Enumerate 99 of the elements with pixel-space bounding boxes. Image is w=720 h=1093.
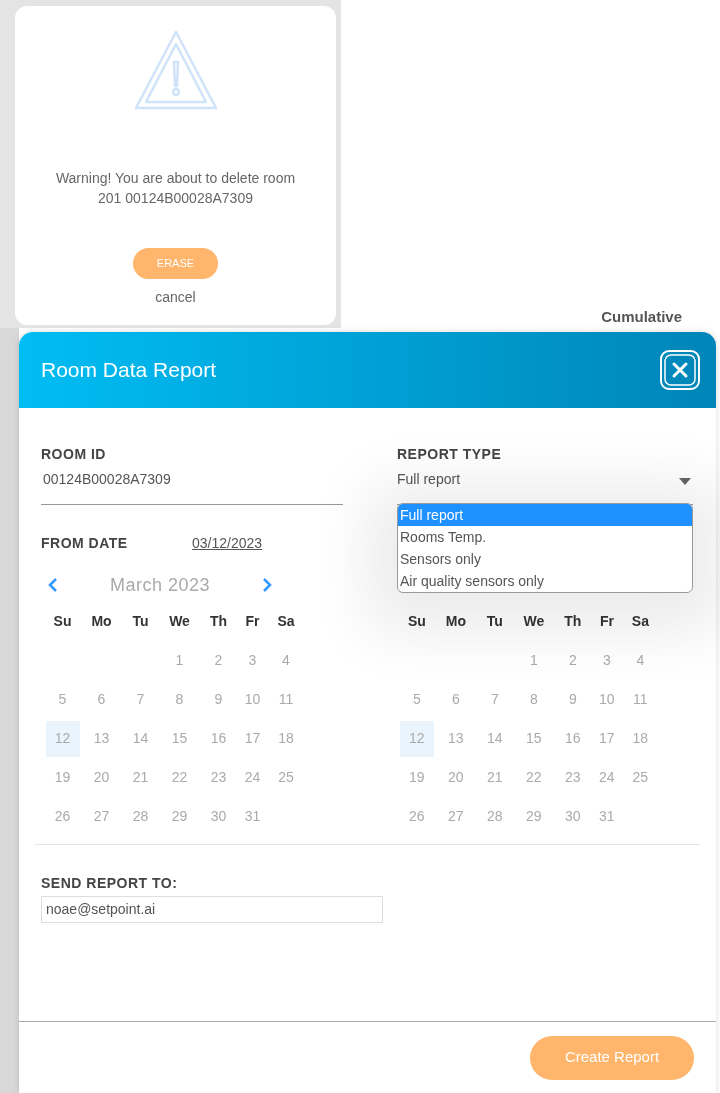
calendar-day[interactable]: 20: [438, 759, 473, 796]
weekday-label: We: [169, 612, 190, 631]
calendar-day[interactable]: 4: [623, 642, 658, 679]
dropdown-option[interactable]: Rooms Temp.: [398, 526, 692, 548]
calendar-day[interactable]: 24: [589, 759, 624, 796]
calendar-day[interactable]: 12: [399, 720, 434, 757]
calendar-day[interactable]: 6: [84, 681, 119, 718]
calendar-day[interactable]: 6: [438, 681, 473, 718]
weekday-label: Fr: [245, 612, 260, 631]
weekday-label: Su: [53, 612, 72, 631]
weekday-label: Sa: [631, 612, 649, 631]
weekday-label: Tu: [486, 612, 503, 631]
calendar-day[interactable]: 22: [516, 759, 551, 796]
calendar-day[interactable]: 7: [123, 681, 158, 718]
calendar-day[interactable]: 5: [45, 681, 80, 718]
erase-button[interactable]: ERASE: [132, 248, 219, 279]
weekday-label: Th: [209, 612, 228, 631]
calendar-day[interactable]: 10: [235, 681, 270, 718]
calendar-day[interactable]: 30: [555, 798, 590, 835]
weekday-label: Mo: [445, 612, 466, 631]
calendar-day[interactable]: 13: [84, 720, 119, 757]
calendar-day[interactable]: 9: [201, 681, 236, 718]
calendar-day[interactable]: 11: [269, 681, 303, 718]
calendar-day[interactable]: 18: [623, 720, 658, 757]
calendar-day[interactable]: 23: [201, 759, 236, 796]
field-label: SEND REPORT TO:: [41, 874, 179, 893]
weekday-label: Mo: [91, 612, 112, 631]
calendar-day[interactable]: 27: [84, 798, 119, 835]
calendar-day[interactable]: 11: [623, 681, 658, 718]
calendar-day[interactable]: 22: [162, 759, 197, 796]
calendar-day[interactable]: 29: [162, 798, 197, 835]
calendar-day[interactable]: 25: [269, 759, 303, 796]
calendar-day[interactable]: 27: [438, 798, 473, 835]
prev-month-button[interactable]: [48, 578, 58, 592]
calendar-day[interactable]: 31: [235, 798, 270, 835]
calendar-day[interactable]: 19: [399, 759, 434, 796]
caret-icon: [679, 478, 691, 486]
calendar-day[interactable]: 31: [589, 798, 624, 835]
date-link[interactable]: 03/12/2023: [192, 533, 263, 554]
calendar-day[interactable]: 30: [201, 798, 236, 835]
calendar-day[interactable]: 29: [516, 798, 551, 835]
calendar-day[interactable]: 23: [555, 759, 590, 796]
calendar-title: March 2023: [109, 573, 211, 597]
calendar-day[interactable]: 21: [477, 759, 512, 796]
calendar-day[interactable]: 4: [269, 642, 303, 679]
calendar-day[interactable]: 28: [123, 798, 158, 835]
calendar-day[interactable]: 26: [45, 798, 80, 835]
dropdown-option[interactable]: Full report: [398, 504, 692, 526]
weekday-label: Fr: [599, 612, 614, 631]
field-label: ROOM ID: [41, 445, 107, 464]
calendar-day[interactable]: 14: [123, 720, 158, 757]
field-label: FROM DATE: [41, 534, 129, 553]
close-button[interactable]: [660, 350, 700, 390]
calendar-day[interactable]: 17: [235, 720, 270, 757]
calendar-day[interactable]: 16: [201, 720, 236, 757]
calendar-day[interactable]: 28: [477, 798, 512, 835]
field-label: REPORT TYPE: [397, 445, 503, 464]
calendar-day[interactable]: 26: [399, 798, 434, 835]
calendar-day[interactable]: 10: [589, 681, 624, 718]
weekday-label: Su: [407, 612, 426, 631]
calendar-day[interactable]: 16: [555, 720, 590, 757]
calendar-day[interactable]: 12: [45, 720, 80, 757]
calendar-day[interactable]: 1: [516, 642, 551, 679]
calendar-day[interactable]: 15: [162, 720, 197, 757]
weekday-label: Sa: [277, 612, 295, 631]
background-heading: Cumulative: [601, 308, 682, 326]
calendar-day[interactable]: 2: [201, 642, 236, 679]
room-id-field[interactable]: 00124B00028A7309: [41, 469, 343, 505]
weekday-label: Tu: [132, 612, 149, 631]
weekday-label: We: [523, 612, 545, 631]
calendar-day[interactable]: 18: [269, 720, 303, 757]
next-month-button[interactable]: [262, 578, 272, 592]
weekday-label: Th: [564, 612, 582, 631]
calendar-day[interactable]: 7: [477, 681, 512, 718]
calendar-day[interactable]: 15: [516, 720, 551, 757]
calendar-day[interactable]: 24: [235, 759, 270, 796]
calendar-day[interactable]: 14: [477, 720, 512, 757]
calendar-day[interactable]: 17: [589, 720, 624, 757]
warning-icon: [133, 28, 218, 112]
dropdown-option[interactable]: Sensors only: [398, 548, 692, 570]
calendar-day[interactable]: 2: [555, 642, 590, 679]
calendar-day[interactable]: 3: [235, 642, 270, 679]
calendar-day[interactable]: 21: [123, 759, 158, 796]
calendar-day[interactable]: 8: [162, 681, 197, 718]
email-field[interactable]: noae@setpoint.ai: [41, 896, 383, 923]
calendar-day[interactable]: 3: [589, 642, 624, 679]
calendar-day[interactable]: 13: [438, 720, 473, 757]
calendar-day[interactable]: 1: [162, 642, 197, 679]
calendar-day[interactable]: 20: [84, 759, 119, 796]
calendar-day[interactable]: 8: [516, 681, 551, 718]
calendar-day[interactable]: 19: [45, 759, 80, 796]
dropdown-option[interactable]: Air quality sensors only: [398, 570, 692, 592]
calendar-day[interactable]: 5: [399, 681, 434, 718]
dialog-title: Room Data Report: [41, 357, 217, 384]
calendar-day[interactable]: 25: [623, 759, 658, 796]
create-report-button[interactable]: Create Report: [530, 1035, 694, 1080]
cancel-link[interactable]: cancel: [155, 286, 196, 308]
warning-message: Warning! You are about to delete room 201 00124B00028A7309: [54, 169, 297, 208]
calendar-day[interactable]: 9: [555, 681, 590, 718]
